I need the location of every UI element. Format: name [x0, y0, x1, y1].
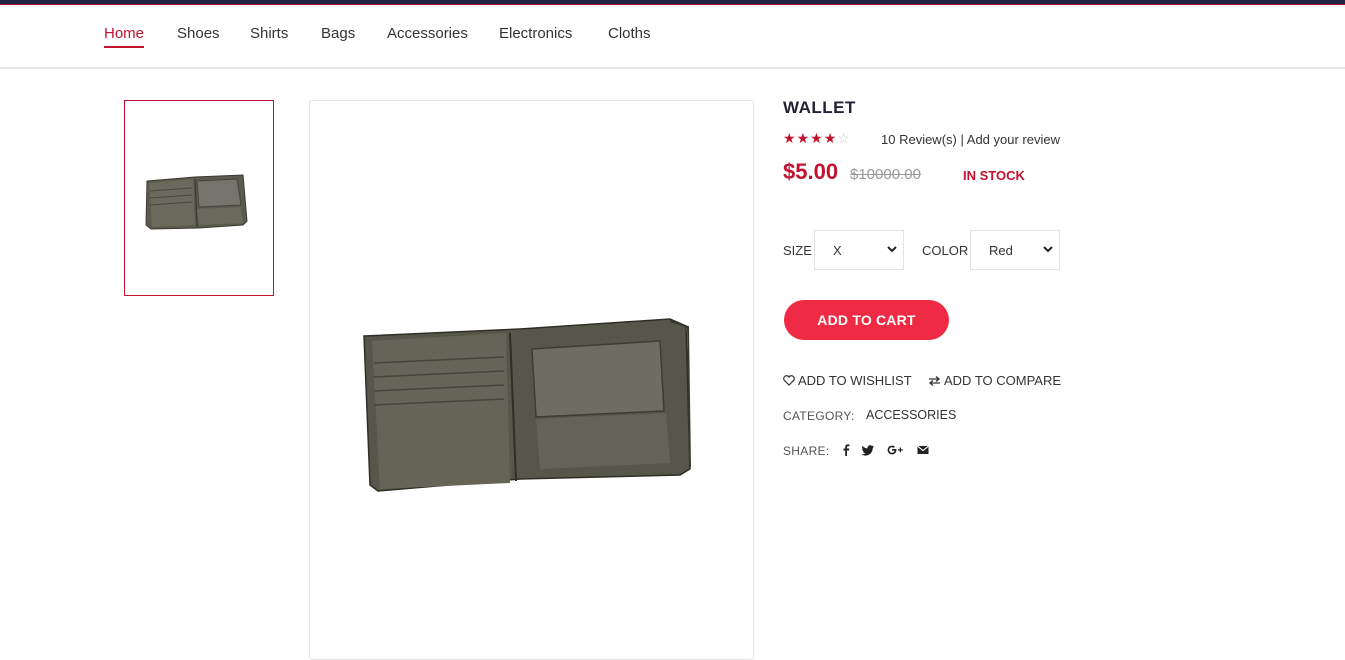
star-empty-icon: ☆ — [837, 130, 851, 146]
nav-item-electronics[interactable]: Electronics — [499, 25, 572, 42]
add-to-compare-link[interactable]: ADD TO COMPARE — [928, 373, 1061, 388]
star-icon: ★ — [796, 130, 811, 146]
nav-item-shoes[interactable]: Shoes — [177, 25, 220, 42]
product-title: WALLET — [783, 98, 856, 117]
rating-stars: ★★★★☆ — [783, 130, 851, 147]
product-thumbnail[interactable] — [124, 100, 274, 296]
share-label: SHARE: — [783, 444, 830, 458]
heart-icon — [783, 375, 795, 386]
nav-item-accessories[interactable]: Accessories — [387, 25, 468, 42]
nav-item-cloths[interactable]: Cloths — [608, 25, 651, 42]
reviews-count-link[interactable]: 10 Review(s) — [881, 132, 957, 147]
current-price: $5.00 — [783, 159, 839, 184]
wishlist-label: ADD TO WISHLIST — [798, 373, 912, 388]
add-to-wishlist-link[interactable]: ADD TO WISHLIST — [783, 373, 912, 388]
facebook-icon[interactable] — [839, 443, 853, 457]
exchange-icon — [928, 376, 941, 386]
color-select[interactable]: Red — [970, 230, 1060, 270]
product-main-image — [309, 100, 754, 660]
category-link[interactable]: ACCESSORIES — [866, 408, 956, 422]
wallet-thumbnail-image — [145, 174, 248, 230]
star-icon: ★ — [783, 130, 797, 146]
color-label: COLOR — [922, 243, 969, 258]
stock-status: IN STOCK — [963, 168, 1025, 183]
add-review-link[interactable]: Add your review — [967, 132, 1060, 147]
google-plus-icon[interactable] — [886, 443, 904, 457]
chevron-down-icon — [1043, 246, 1053, 253]
main-nav: Home Shoes Shirts Bags Accessories Elect… — [0, 5, 1345, 69]
size-select-value: X — [833, 243, 842, 258]
old-price: $10000.00 — [850, 166, 921, 183]
size-label: SIZE — [783, 243, 812, 258]
star-icon: ★ — [810, 130, 824, 146]
nav-item-shirts[interactable]: Shirts — [250, 25, 288, 42]
star-icon: ★ — [823, 130, 838, 146]
compare-label: ADD TO COMPARE — [944, 373, 1062, 388]
chevron-down-icon — [887, 246, 897, 253]
nav-item-bags[interactable]: Bags — [321, 25, 355, 42]
add-to-cart-button[interactable]: ADD TO CART — [784, 300, 949, 340]
twitter-icon[interactable] — [861, 443, 875, 457]
color-select-value: Red — [989, 243, 1013, 258]
nav-item-home[interactable]: Home — [104, 25, 145, 48]
category-label: CATEGORY: — [783, 409, 855, 423]
reviews-row: 10 Review(s) | Add your review — [881, 132, 1060, 147]
reviews-separator: | — [960, 132, 964, 147]
wallet-image — [363, 318, 691, 492]
size-select[interactable]: X — [814, 230, 904, 270]
envelope-icon[interactable] — [916, 443, 930, 457]
